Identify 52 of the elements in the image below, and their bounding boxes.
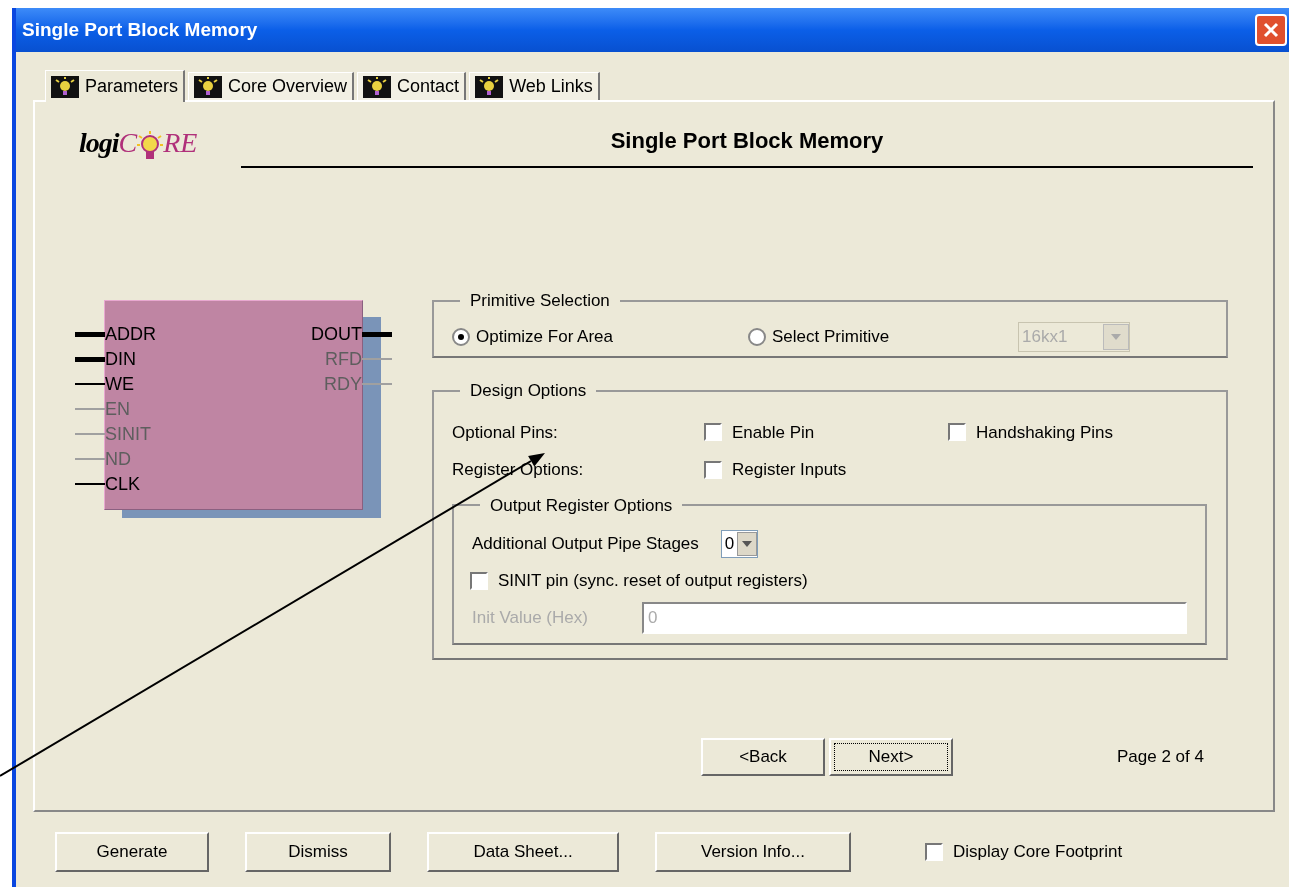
footer-button[interactable]: Generate [55,832,209,872]
checkbox[interactable] [925,843,943,861]
nav-button[interactable]: Next> [829,738,953,776]
checkbox-label: Display Core Footprint [953,841,1123,864]
pin-label: RFD [324,348,362,370]
checkbox[interactable] [470,571,488,590]
checkbox[interactable] [704,460,722,479]
pipe-stages-dropdown[interactable]: 0 [720,530,759,558]
lightbulb-icon [363,75,392,98]
pin-label: CLK [105,473,140,495]
checkbox[interactable] [704,423,722,442]
lightbulb-icon [51,75,79,98]
logo: logiC RE [79,122,225,164]
pin-label: RDY [323,373,362,395]
radio-button[interactable] [748,327,766,346]
group-title: Design Options [469,380,588,402]
radio-button[interactable] [452,327,470,346]
lightbulb-icon [475,75,504,98]
checkbox[interactable] [948,423,966,442]
checkbox-label: Enable Pin [732,421,815,444]
field-label: Optional Pins: [452,421,559,444]
tab[interactable]: Web Links [469,72,600,100]
group-title: Output Register Options [489,494,674,517]
checkbox-label: Handshaking Pins [976,421,1114,444]
checkbox-label: Register Inputs [732,459,847,481]
pin-label: DIN [105,348,136,370]
field-label: Additional Output Pipe Stages [472,533,699,556]
field-label: Init Value (Hex) [472,606,589,629]
radio-label: Optimize For Area [476,325,613,348]
pin-label: ND [105,448,131,470]
tab[interactable]: Parameters [45,70,186,102]
field-label: Register Options: [452,459,585,481]
lightbulb-icon [194,75,223,98]
tab[interactable]: Contact [357,72,467,100]
pin-label: WE [105,373,134,395]
page-title: Single Port Block Memory [610,127,884,155]
pin-label: ADDR [105,323,156,345]
group-title: Primitive Selection [469,290,611,312]
pin-label: SINIT [105,423,151,445]
window-title: Single Port Block Memory [22,17,258,42]
pin-label: EN [105,398,130,420]
checkbox-label: SINIT pin (sync. reset of output registers) [498,570,808,592]
tab[interactable]: Core Overview [188,72,355,100]
pin-label: DOUT [310,323,362,345]
close-icon [1262,21,1280,39]
footer-button[interactable]: Version Info... [655,832,851,872]
close-button[interactable] [1255,14,1287,46]
radio-label: Select Primitive [772,325,890,348]
footer-button[interactable]: Data Sheet... [427,832,619,872]
footer-button[interactable]: Dismiss [245,832,391,872]
nav-button[interactable]: <Back [701,738,825,776]
page-indicator: Page 2 of 4 [1117,746,1204,769]
